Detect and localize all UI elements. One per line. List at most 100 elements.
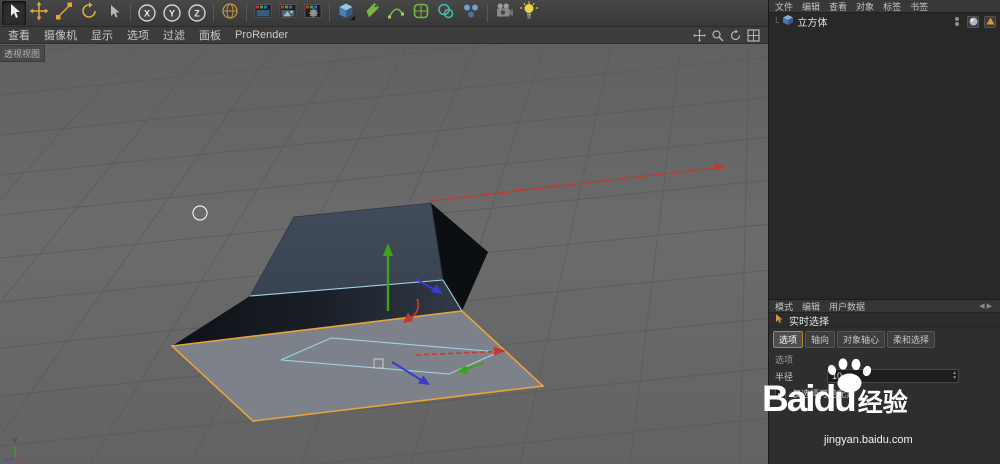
live-selection-tool-button[interactable] [2, 1, 26, 25]
viewport-3d[interactable]: 透视视图 [0, 44, 768, 464]
move-tool-button[interactable] [27, 1, 51, 25]
selection-tag[interactable] [984, 16, 996, 28]
om-menu-view[interactable]: 查看 [829, 0, 847, 13]
object-row-cube[interactable]: └ 立方体 [769, 13, 1000, 30]
selection-cursor-circle [193, 206, 207, 220]
viewport-controls [692, 28, 760, 42]
cinema4d-window: X Y Z [0, 0, 1000, 464]
render-view-button[interactable] [251, 1, 275, 25]
tab-axis[interactable]: 轴向 [805, 331, 835, 348]
phong-tag[interactable] [967, 16, 979, 28]
axis-y-letter: Y [169, 9, 175, 19]
object-manager-menubar: 文件 编辑 查看 对象 标签 书签 [769, 0, 1000, 13]
axis-lock-z-button[interactable]: Z [185, 1, 209, 25]
world-axis-indicator: Y [2, 436, 30, 462]
axis-indicator-y-label: Y [13, 438, 18, 445]
zoom-view-icon[interactable] [710, 28, 724, 42]
globe-icon [220, 1, 240, 26]
main-toolbar: X Y Z [0, 0, 768, 27]
menu-options[interactable]: 选项 [127, 27, 149, 43]
axis-lock-x-button[interactable]: X [135, 1, 159, 25]
visibility-dots[interactable] [955, 17, 959, 26]
menu-display[interactable]: 显示 [91, 27, 113, 43]
rotate-view-icon[interactable] [728, 28, 742, 42]
render-clapper-icon [253, 1, 273, 26]
object-label[interactable]: 立方体 [797, 14, 827, 29]
camera-button[interactable] [492, 1, 516, 25]
am-menu-userdata[interactable]: 用户数据 [829, 300, 865, 313]
radius-input[interactable]: 10 [827, 369, 959, 383]
subdiv-cube-icon [411, 1, 431, 26]
om-menu-objects[interactable]: 对象 [856, 0, 874, 13]
last-tool-used-button[interactable] [102, 1, 126, 25]
am-menu-edit[interactable]: 编辑 [802, 300, 820, 313]
tree-branch-icon: └ [773, 17, 779, 27]
menu-cameras[interactable]: 摄像机 [44, 27, 77, 43]
rotate-icon [79, 1, 99, 26]
cube-icon [336, 1, 356, 26]
axis-x-letter: X [144, 9, 150, 19]
history-nav-arrows-icon[interactable] [979, 302, 994, 310]
spline-pen-button[interactable] [359, 1, 383, 25]
menu-panel[interactable]: 面板 [199, 27, 221, 43]
subdivision-surface-button[interactable] [409, 1, 433, 25]
volume-spheres-icon [436, 1, 456, 26]
toolbar-separator [487, 4, 488, 22]
left-column: X Y Z [0, 0, 768, 464]
volume-builder-button[interactable] [434, 1, 458, 25]
cursor-icon [4, 1, 24, 26]
primitive-cube-button[interactable] [334, 1, 358, 25]
view-label[interactable]: 透视视图 [0, 45, 45, 62]
axis-lock-y-button[interactable]: Y [160, 1, 184, 25]
last-tool-cursor-icon [104, 1, 124, 26]
spline-arc-button[interactable] [384, 1, 408, 25]
render-picture-viewer-button[interactable] [276, 1, 300, 25]
radius-row: 半径 10 [769, 367, 1000, 385]
attribute-manager: 模式 编辑 用户数据 实时选择 选项 轴向 对象轴心 柔和选择 选项 半径 [769, 300, 1000, 464]
tab-soft-selection[interactable]: 柔和选择 [887, 331, 935, 348]
active-tool-header[interactable]: 实时选择 [769, 313, 1000, 328]
axis-z-letter: Z [194, 9, 200, 19]
tab-options[interactable]: 选项 [773, 331, 803, 348]
toolbar-separator [130, 4, 131, 22]
visible-only-checkbox[interactable] [775, 388, 786, 399]
om-menu-tags[interactable]: 标签 [883, 0, 901, 13]
cube-object-icon [782, 14, 794, 29]
camera-icon [494, 1, 514, 26]
spline-curve-icon [386, 1, 406, 26]
pen-icon [361, 1, 381, 26]
menu-prorender[interactable]: ProRender [235, 29, 288, 41]
render-settings-button[interactable] [301, 1, 325, 25]
rotate-tool-button[interactable] [77, 1, 101, 25]
spinner-arrows-icon[interactable] [952, 370, 957, 382]
render-photo-icon [278, 1, 298, 26]
toolbar-separator [329, 4, 330, 22]
visible-only-row: 仅选择可见元素 [769, 385, 1000, 402]
menu-view[interactable]: 查看 [8, 27, 30, 43]
menu-filter[interactable]: 过滤 [163, 27, 185, 43]
cloner-dots-icon [461, 1, 481, 26]
toolbar-separator [213, 4, 214, 22]
object-manager-list[interactable]: └ 立方体 [769, 13, 1000, 300]
move-icon [29, 1, 49, 26]
radius-label: 半径 [775, 370, 793, 383]
om-menu-edit[interactable]: 编辑 [802, 0, 820, 13]
light-button[interactable] [517, 1, 541, 25]
live-selection-tool-icon [774, 313, 785, 327]
scale-icon [54, 1, 74, 26]
right-panel: 文件 编辑 查看 对象 标签 书签 └ 立方体 [768, 0, 1000, 464]
viewport-canvas[interactable] [0, 44, 768, 464]
tab-object-axis[interactable]: 对象轴心 [837, 331, 885, 348]
coordinate-system-button[interactable] [218, 1, 242, 25]
radius-value: 10 [832, 371, 842, 381]
om-menu-bookmarks[interactable]: 书签 [910, 0, 928, 13]
active-tool-name: 实时选择 [789, 313, 829, 328]
toggle-view-icon[interactable] [746, 28, 760, 42]
light-bulb-icon [519, 1, 539, 26]
cloner-button[interactable] [459, 1, 483, 25]
options-group-label: 选项 [769, 350, 1000, 367]
am-menu-mode[interactable]: 模式 [775, 300, 793, 313]
scale-tool-button[interactable] [52, 1, 76, 25]
om-menu-file[interactable]: 文件 [775, 0, 793, 13]
pan-view-icon[interactable] [692, 28, 706, 42]
